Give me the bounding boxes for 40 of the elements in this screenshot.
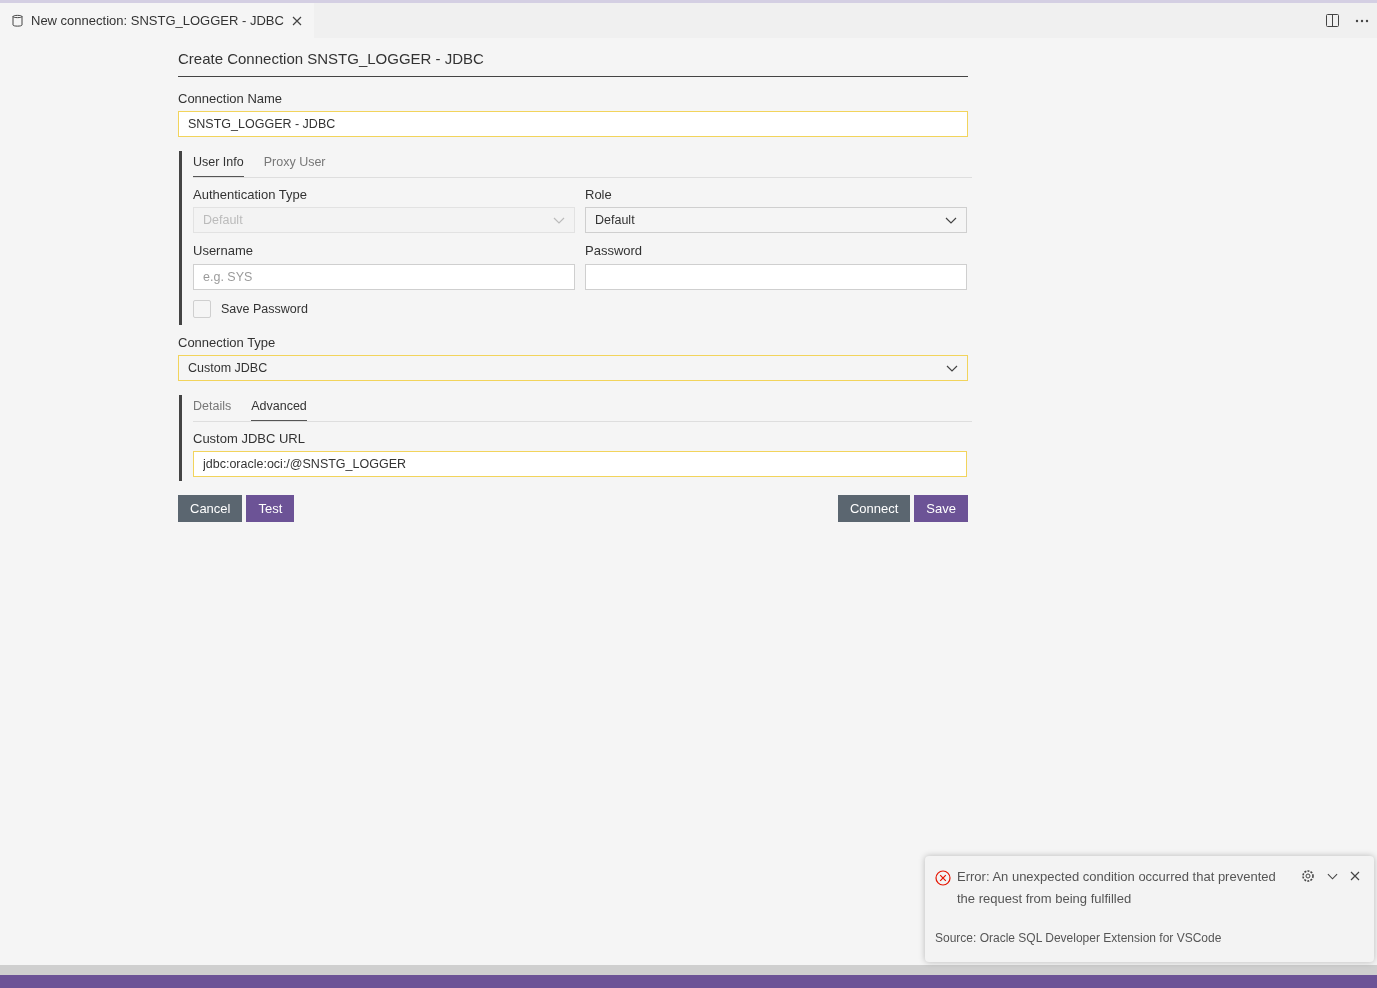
- notification-source: Source: Oracle SQL Developer Extension for VSCode: [935, 930, 1223, 947]
- tab[interactable]: User Info: [193, 151, 244, 177]
- more-icon[interactable]: [1355, 18, 1369, 23]
- button[interactable]: Cancel: [178, 495, 243, 523]
- split-editor-icon[interactable]: [1326, 14, 1339, 27]
- close-icon[interactable]: [1350, 871, 1360, 881]
- form-heading: Create Connection SNSTG_LOGGER - JDBC: [178, 48, 968, 77]
- dropdown[interactable]: Default: [585, 207, 967, 234]
- database-icon: [12, 14, 23, 27]
- field-label: Username: [193, 242, 254, 261]
- tab[interactable]: Proxy User: [263, 151, 326, 177]
- field-label: Password: [585, 242, 644, 261]
- chevron-down-icon: [553, 216, 565, 224]
- settings-icon[interactable]: [1301, 869, 1315, 883]
- field-label: Authentication Type: [193, 185, 308, 204]
- text-field[interactable]: SNSTG_LOGGER - JDBC: [178, 111, 968, 137]
- error-icon: [935, 870, 951, 886]
- error-message: Error: An unexpected condition occurred that prevented the request from being fulfilled: [957, 868, 1277, 908]
- button[interactable]: Test: [246, 495, 295, 523]
- field-label: Role: [585, 185, 613, 204]
- close-icon[interactable]: [291, 15, 302, 26]
- text-field[interactable]: jdbc:oracle:oci:/@SNSTG_LOGGER: [193, 451, 967, 478]
- tab[interactable]: Advanced: [251, 395, 307, 421]
- text-field[interactable]: [585, 263, 967, 290]
- text-field[interactable]: e.g. SYS: [193, 263, 575, 290]
- dropdown[interactable]: Custom JDBC: [178, 355, 968, 381]
- chevron-down-icon: [945, 216, 957, 224]
- editor-tab[interactable]: New connection: SNSTG_LOGGER - JDBC: [0, 3, 314, 38]
- tab[interactable]: Details: [193, 395, 232, 421]
- chevron-down-icon: [946, 364, 958, 372]
- button[interactable]: Connect: [837, 495, 911, 523]
- checkbox-label: Save Password: [221, 300, 308, 318]
- checkbox[interactable]: [193, 300, 211, 319]
- button[interactable]: Save: [914, 495, 968, 523]
- chevron-down-icon[interactable]: [1327, 872, 1338, 880]
- tab-title: New connection: SNSTG_LOGGER - JDBC: [31, 11, 284, 30]
- field-label: Connection Name: [178, 89, 284, 108]
- dropdown: Default: [193, 207, 575, 234]
- field-label: Connection Type: [178, 333, 277, 352]
- field-label: Custom JDBC URL: [193, 429, 306, 448]
